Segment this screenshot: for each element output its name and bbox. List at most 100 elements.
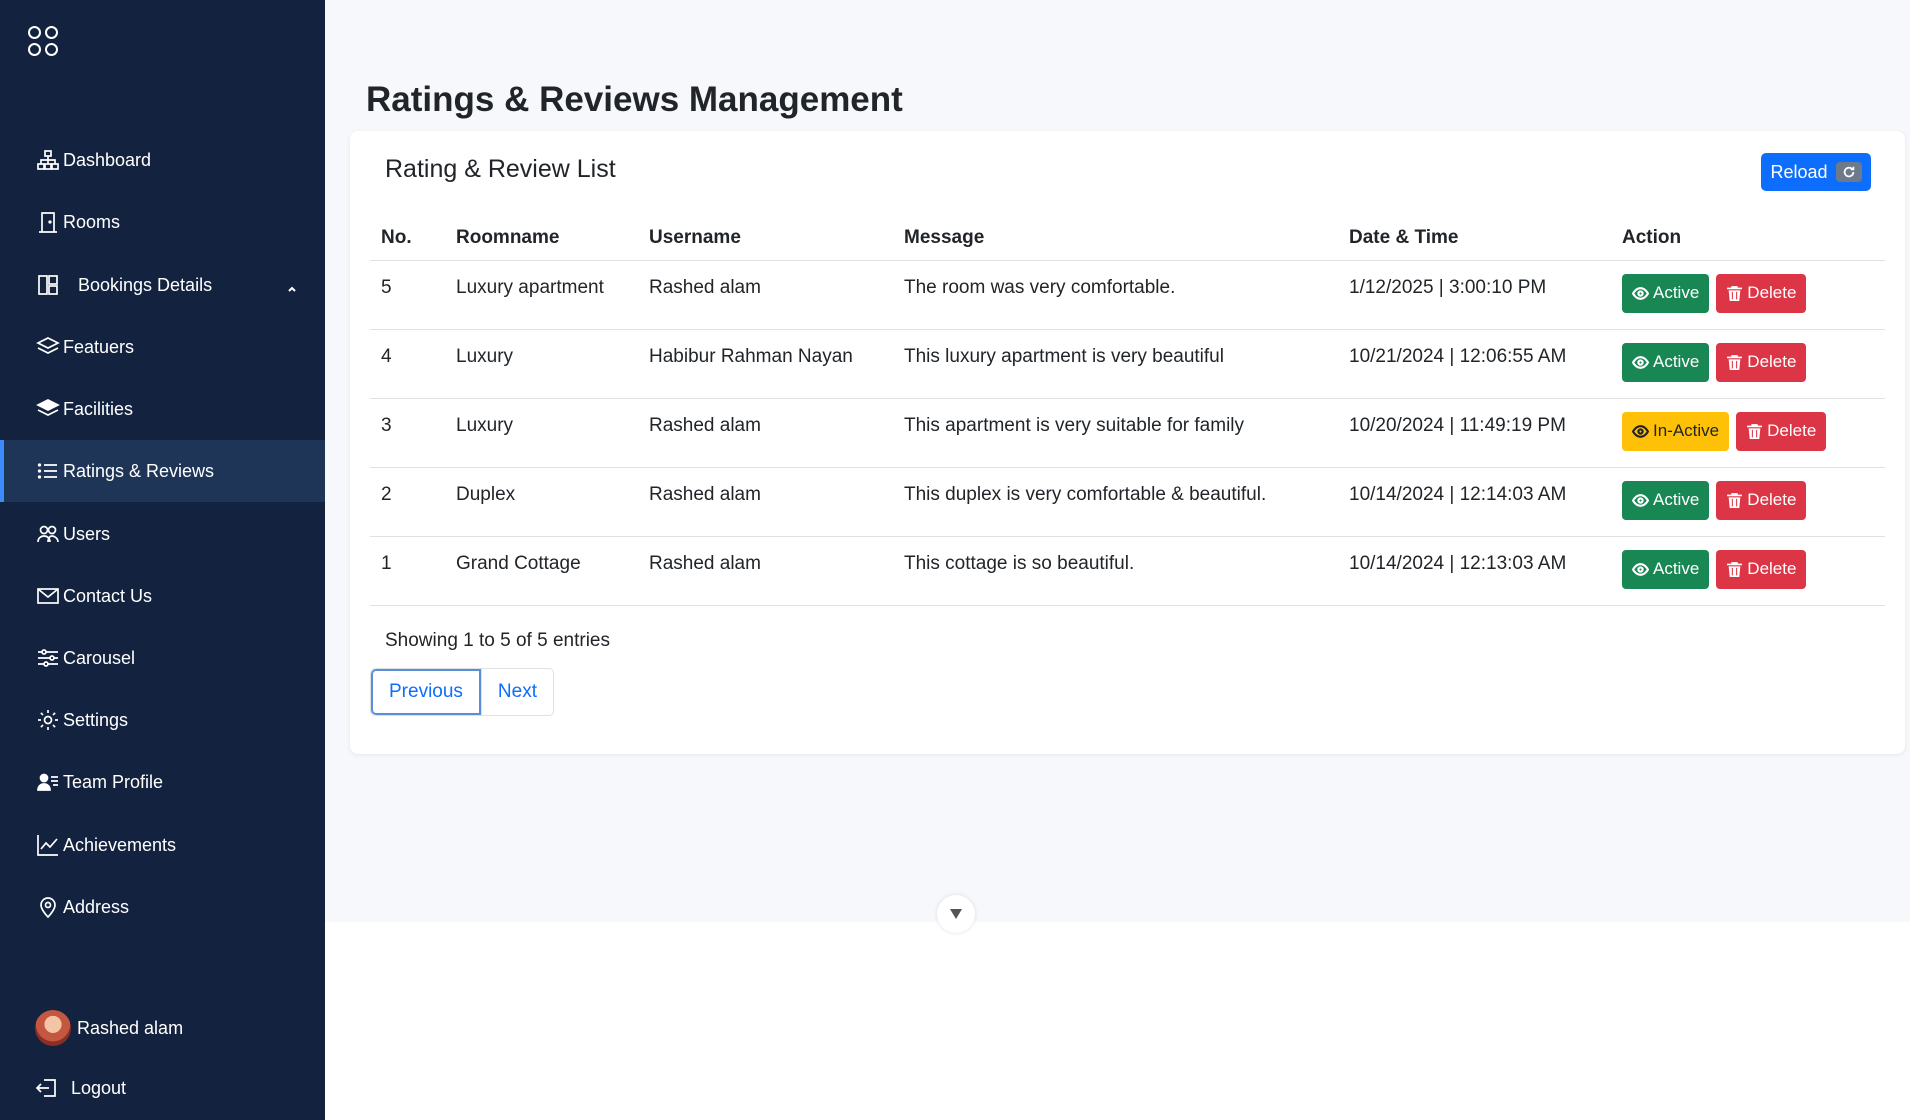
sidebar-item-label: Contact Us xyxy=(63,585,153,606)
sidebar-item-contact-us[interactable]: Contact Us xyxy=(0,565,325,627)
table-row: 4 Luxury Habibur Rahman Nayan This luxur… xyxy=(370,329,1885,399)
sidebar-item-label: Dashboard xyxy=(63,149,152,170)
reload-button[interactable]: Reload xyxy=(1761,153,1871,191)
column-header-message[interactable]: Message xyxy=(893,217,1338,261)
previous-page-button[interactable]: Previous xyxy=(371,669,481,715)
status-toggle-button[interactable]: Active xyxy=(1622,480,1710,520)
cell-no: 4 xyxy=(370,329,445,399)
sidebar-item-address[interactable]: Address xyxy=(0,876,325,938)
cell-no: 5 xyxy=(370,260,445,330)
sidebar-item-label: Users xyxy=(63,523,111,544)
trash-icon xyxy=(1727,492,1743,508)
status-label: Active xyxy=(1653,559,1700,578)
sidebar-item-users[interactable]: Users xyxy=(0,503,325,565)
table-header-row: No. Roomname Username Message Date & Tim… xyxy=(370,217,1885,261)
logout-button[interactable]: Logout xyxy=(35,1076,126,1100)
cell-roomname: Luxury apartment xyxy=(445,260,638,330)
sidebar-item-carousel[interactable]: Carousel xyxy=(0,627,325,689)
column-header-roomname[interactable]: Roomname xyxy=(445,217,638,261)
sidebar-item-ratings-reviews[interactable]: Ratings & Reviews xyxy=(0,440,325,502)
cell-action: Active Delete xyxy=(1611,536,1885,606)
sidebar-item-facilities[interactable]: Facilities xyxy=(0,378,325,440)
person-lines-icon xyxy=(35,769,61,795)
sidebar-item-settings[interactable]: Settings xyxy=(0,689,325,751)
cell-username: Habibur Rahman Nayan xyxy=(638,329,893,399)
cell-message: This apartment is very suitable for fami… xyxy=(893,398,1338,468)
delete-label: Delete xyxy=(1747,490,1797,509)
delete-button[interactable]: Delete xyxy=(1736,411,1827,451)
cell-username: Rashed alam xyxy=(638,398,893,468)
cell-roomname: Luxury xyxy=(445,329,638,399)
column-header-action: Action xyxy=(1611,217,1885,261)
cell-roomname: Luxury xyxy=(445,398,638,468)
status-toggle-button[interactable]: Active xyxy=(1622,342,1710,382)
eye-icon xyxy=(1632,355,1649,369)
sidebar-item-dashboard[interactable]: Dashboard xyxy=(0,129,325,191)
eye-icon xyxy=(1632,286,1649,300)
sidebar-item-label: Settings xyxy=(63,709,129,730)
column-header-username[interactable]: Username xyxy=(638,217,893,261)
delete-label: Delete xyxy=(1747,283,1797,302)
list-icon xyxy=(35,458,61,484)
cell-no: 3 xyxy=(370,398,445,468)
cell-action: In-Active Delete xyxy=(1611,398,1885,468)
cell-datetime: 10/14/2024 | 12:14:03 AM xyxy=(1338,467,1611,537)
cell-action: Active Delete xyxy=(1611,467,1885,537)
eye-icon xyxy=(1632,424,1649,438)
user-profile[interactable]: Rashed alam xyxy=(35,1010,183,1046)
table-row: 2 Duplex Rashed alam This duplex is very… xyxy=(370,467,1885,537)
delete-button[interactable]: Delete xyxy=(1716,342,1807,382)
cell-message: This duplex is very comfortable & beauti… xyxy=(893,467,1338,537)
sidebar-item-bookings-details[interactable]: Bookings Details xyxy=(0,254,325,316)
cell-username: Rashed alam xyxy=(638,536,893,606)
column-header-no[interactable]: No. xyxy=(370,217,445,261)
reviews-card: Rating & Review List Reload No. Roomname… xyxy=(350,131,1905,754)
chevron-up-icon[interactable] xyxy=(287,278,297,292)
gear-icon xyxy=(35,707,61,733)
sitemap-icon xyxy=(35,147,61,173)
envelope-icon xyxy=(35,583,61,609)
sidebar-item-label: Ratings & Reviews xyxy=(63,460,215,481)
eye-icon xyxy=(1632,562,1649,576)
cell-datetime: 10/20/2024 | 11:49:19 PM xyxy=(1338,398,1611,468)
status-toggle-button[interactable]: Active xyxy=(1622,273,1710,313)
delete-button[interactable]: Delete xyxy=(1716,549,1807,589)
chevron-down-icon[interactable] xyxy=(937,895,975,933)
sidebar-item-label: Team Profile xyxy=(63,771,164,792)
sidebar-item-achievements[interactable]: Achievements xyxy=(0,814,325,876)
graph-up-icon xyxy=(35,832,61,858)
column-header-datetime[interactable]: Date & Time xyxy=(1338,217,1611,261)
layers-icon xyxy=(35,334,61,360)
sidebar: Dashboard Rooms Bookings Details Featuer… xyxy=(0,0,325,1120)
status-label: Active xyxy=(1653,283,1700,302)
logout-label: Logout xyxy=(71,1077,127,1098)
eye-icon xyxy=(1632,493,1649,507)
delete-label: Delete xyxy=(1747,559,1797,578)
cell-datetime: 1/12/2025 | 3:00:10 PM xyxy=(1338,260,1611,330)
next-page-button[interactable]: Next xyxy=(480,669,553,715)
sidebar-item-label: Address xyxy=(63,896,130,917)
delete-button[interactable]: Delete xyxy=(1716,480,1807,520)
box-arrow-left-icon xyxy=(35,1079,56,1097)
sidebar-item-label: Rooms xyxy=(63,211,121,232)
app-logo-icon[interactable] xyxy=(28,26,62,60)
cell-datetime: 10/14/2024 | 12:13:03 AM xyxy=(1338,536,1611,606)
cell-message: This luxury apartment is very beautiful xyxy=(893,329,1338,399)
status-label: Active xyxy=(1653,490,1700,509)
user-name: Rashed alam xyxy=(77,1017,184,1038)
geo-pin-icon xyxy=(35,894,61,920)
status-label: Active xyxy=(1653,352,1700,371)
sidebar-item-featuers[interactable]: Featuers xyxy=(0,316,325,378)
cell-roomname: Grand Cottage xyxy=(445,536,638,606)
trash-icon xyxy=(1727,354,1743,370)
trash-icon xyxy=(1727,561,1743,577)
status-label: In-Active xyxy=(1653,421,1720,440)
cell-datetime: 10/21/2024 | 12:06:55 AM xyxy=(1338,329,1611,399)
sidebar-item-team-profile[interactable]: Team Profile xyxy=(0,751,325,813)
status-toggle-button[interactable]: In-Active xyxy=(1622,411,1730,451)
avatar xyxy=(35,1010,71,1046)
status-toggle-button[interactable]: Active xyxy=(1622,549,1710,589)
delete-button[interactable]: Delete xyxy=(1716,273,1807,313)
sidebar-item-rooms[interactable]: Rooms xyxy=(0,191,325,253)
cell-no: 2 xyxy=(370,467,445,537)
